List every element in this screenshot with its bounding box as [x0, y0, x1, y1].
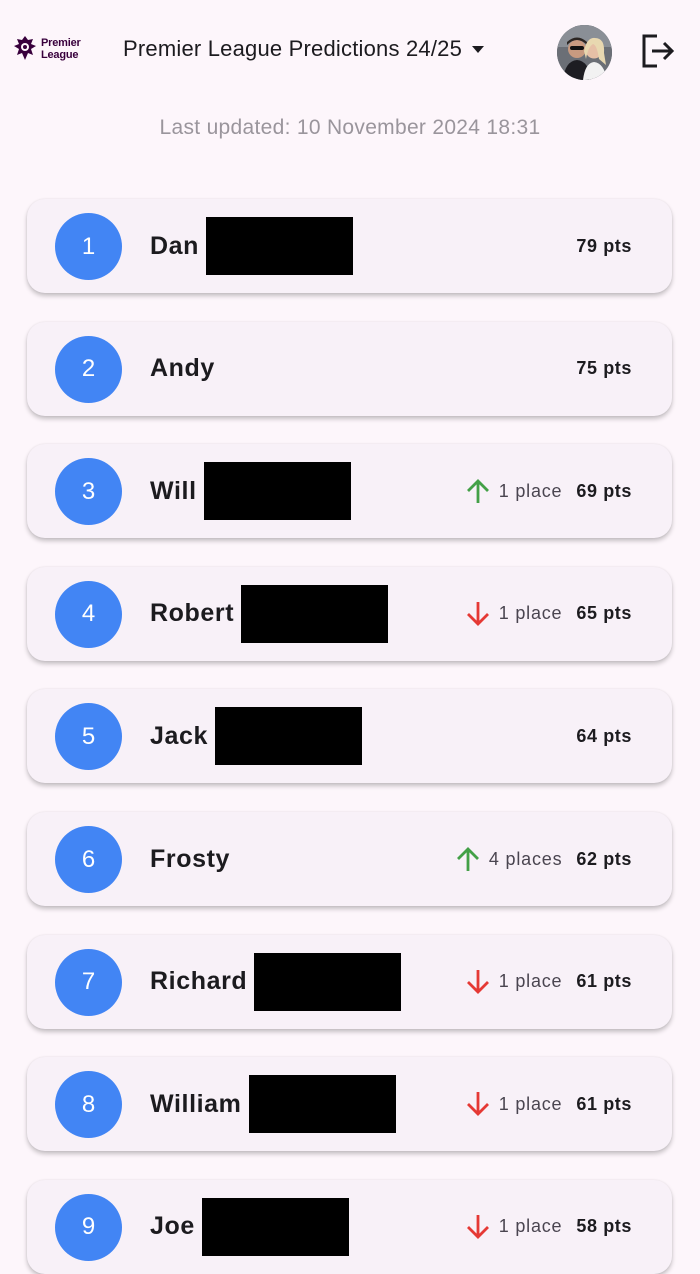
- player-name: Andy: [150, 354, 215, 383]
- arrow-down-icon: [466, 601, 489, 626]
- rank-badge: 6: [55, 826, 122, 893]
- arrow-down-icon: [466, 969, 489, 994]
- rank-badge: 1: [55, 213, 122, 280]
- player-name: Jack: [150, 721, 209, 750]
- rank-badge: 3: [55, 458, 122, 526]
- standing-row[interactable]: 1 Dan 79 pts: [27, 199, 672, 293]
- standing-row[interactable]: 5 Jack 64 pts: [27, 689, 672, 784]
- points: 64 pts: [576, 725, 632, 746]
- position-change-text: 1 place: [498, 1216, 563, 1237]
- redaction-box: [203, 462, 351, 521]
- logo-line-1: Premier: [41, 37, 81, 49]
- logout-icon[interactable]: [638, 31, 678, 71]
- position-change: 1 place: [463, 599, 563, 629]
- chevron-down-icon: [472, 45, 485, 53]
- position-change-text: 4 places: [488, 848, 563, 869]
- redaction-box: [206, 217, 354, 275]
- position-change-text: 1 place: [498, 603, 563, 624]
- rank-badge: 9: [55, 1193, 122, 1261]
- player-name-wrap: Jack: [150, 689, 363, 783]
- standing-row[interactable]: 7 Richard 1 place 61 pts: [27, 934, 672, 1029]
- rank-badge: 7: [55, 948, 122, 1016]
- points: 69 pts: [576, 480, 632, 501]
- player-name-wrap: Will: [150, 444, 351, 538]
- avatar-photo: [557, 25, 612, 80]
- position-change-text: 1 place: [498, 971, 563, 992]
- player-name: William: [150, 1089, 242, 1118]
- rank-badge: 8: [55, 1071, 122, 1139]
- player-name: Will: [150, 476, 197, 505]
- logo-line-2: League: [41, 49, 79, 61]
- row-stats: 1 place 65 pts: [463, 567, 632, 661]
- player-name: Richard: [150, 967, 248, 996]
- player-name-wrap: Richard: [150, 935, 402, 1029]
- player-name: Robert: [150, 599, 235, 628]
- logo-text: Premier League: [41, 37, 81, 61]
- rank-badge: 2: [55, 335, 122, 403]
- row-stats: 1 place 61 pts: [463, 935, 632, 1029]
- row-stats: 1 place 69 pts: [463, 444, 632, 538]
- player-name-wrap: Robert: [150, 567, 389, 661]
- row-stats: 79 pts: [576, 199, 632, 293]
- points: 79 pts: [576, 235, 632, 256]
- player-name-wrap: Andy: [150, 322, 215, 416]
- standing-row[interactable]: 4 Robert 1 place 65 pts: [27, 566, 672, 661]
- position-change-text: 1 place: [498, 480, 563, 501]
- points: 58 pts: [576, 1216, 632, 1237]
- player-name: Joe: [150, 1212, 195, 1241]
- player-name-wrap: Joe: [150, 1180, 349, 1274]
- position-change-text: 1 place: [498, 1093, 563, 1114]
- redaction-box: [215, 707, 363, 766]
- position-change: 4 places: [453, 844, 562, 874]
- standing-row[interactable]: 6 Frosty 4 places 62 pts: [27, 812, 672, 906]
- app-bar: Premier League Premier League Prediction…: [0, 0, 700, 100]
- player-name-wrap: Dan: [150, 199, 354, 293]
- row-stats: 4 places 62 pts: [453, 812, 632, 906]
- points: 75 pts: [576, 358, 632, 379]
- row-stats: 75 pts: [576, 322, 632, 416]
- player-name: Dan: [150, 231, 200, 260]
- rank-badge: 4: [55, 580, 122, 648]
- position-change: 1 place: [463, 1212, 563, 1242]
- position-change: 1 place: [463, 1089, 563, 1119]
- position-change: 1 place: [463, 967, 563, 997]
- player-name-wrap: William: [150, 1057, 396, 1151]
- points: 65 pts: [576, 603, 632, 624]
- points: 61 pts: [576, 971, 632, 992]
- standing-row[interactable]: 3 Will 1 place 69 pts: [27, 444, 672, 539]
- position-change: 1 place: [463, 476, 563, 506]
- redaction-box: [254, 952, 402, 1011]
- page-title: Premier League Predictions 24/25: [123, 36, 463, 61]
- arrow-down-icon: [466, 1214, 489, 1239]
- redaction-box: [201, 1197, 349, 1256]
- competition-selector[interactable]: Premier League Predictions 24/25: [123, 36, 485, 62]
- standing-row[interactable]: 2 Andy 75 pts: [27, 321, 672, 416]
- arrow-up-icon: [456, 847, 479, 871]
- last-updated-text: Last updated: 10 November 2024 18:31: [159, 116, 541, 139]
- redaction-box: [248, 1075, 396, 1134]
- standing-row[interactable]: 9 Joe 1 place 58 pts: [27, 1179, 672, 1274]
- points: 61 pts: [576, 1093, 632, 1114]
- user-avatar[interactable]: [557, 25, 612, 80]
- player-name-wrap: Frosty: [150, 812, 230, 906]
- row-stats: 1 place 58 pts: [463, 1180, 632, 1274]
- arrow-up-icon: [466, 479, 489, 504]
- row-stats: 1 place 61 pts: [463, 1057, 632, 1151]
- points: 62 pts: [576, 848, 632, 869]
- rank-badge: 5: [55, 703, 122, 771]
- lion-icon: [14, 36, 36, 60]
- row-stats: 64 pts: [576, 689, 632, 783]
- standing-row[interactable]: 8 William 1 place 61 pts: [27, 1057, 672, 1152]
- player-name: Frosty: [150, 844, 231, 873]
- redaction-box: [241, 584, 389, 643]
- arrow-down-icon: [466, 1092, 489, 1117]
- premier-league-logo: Premier League: [12, 34, 81, 64]
